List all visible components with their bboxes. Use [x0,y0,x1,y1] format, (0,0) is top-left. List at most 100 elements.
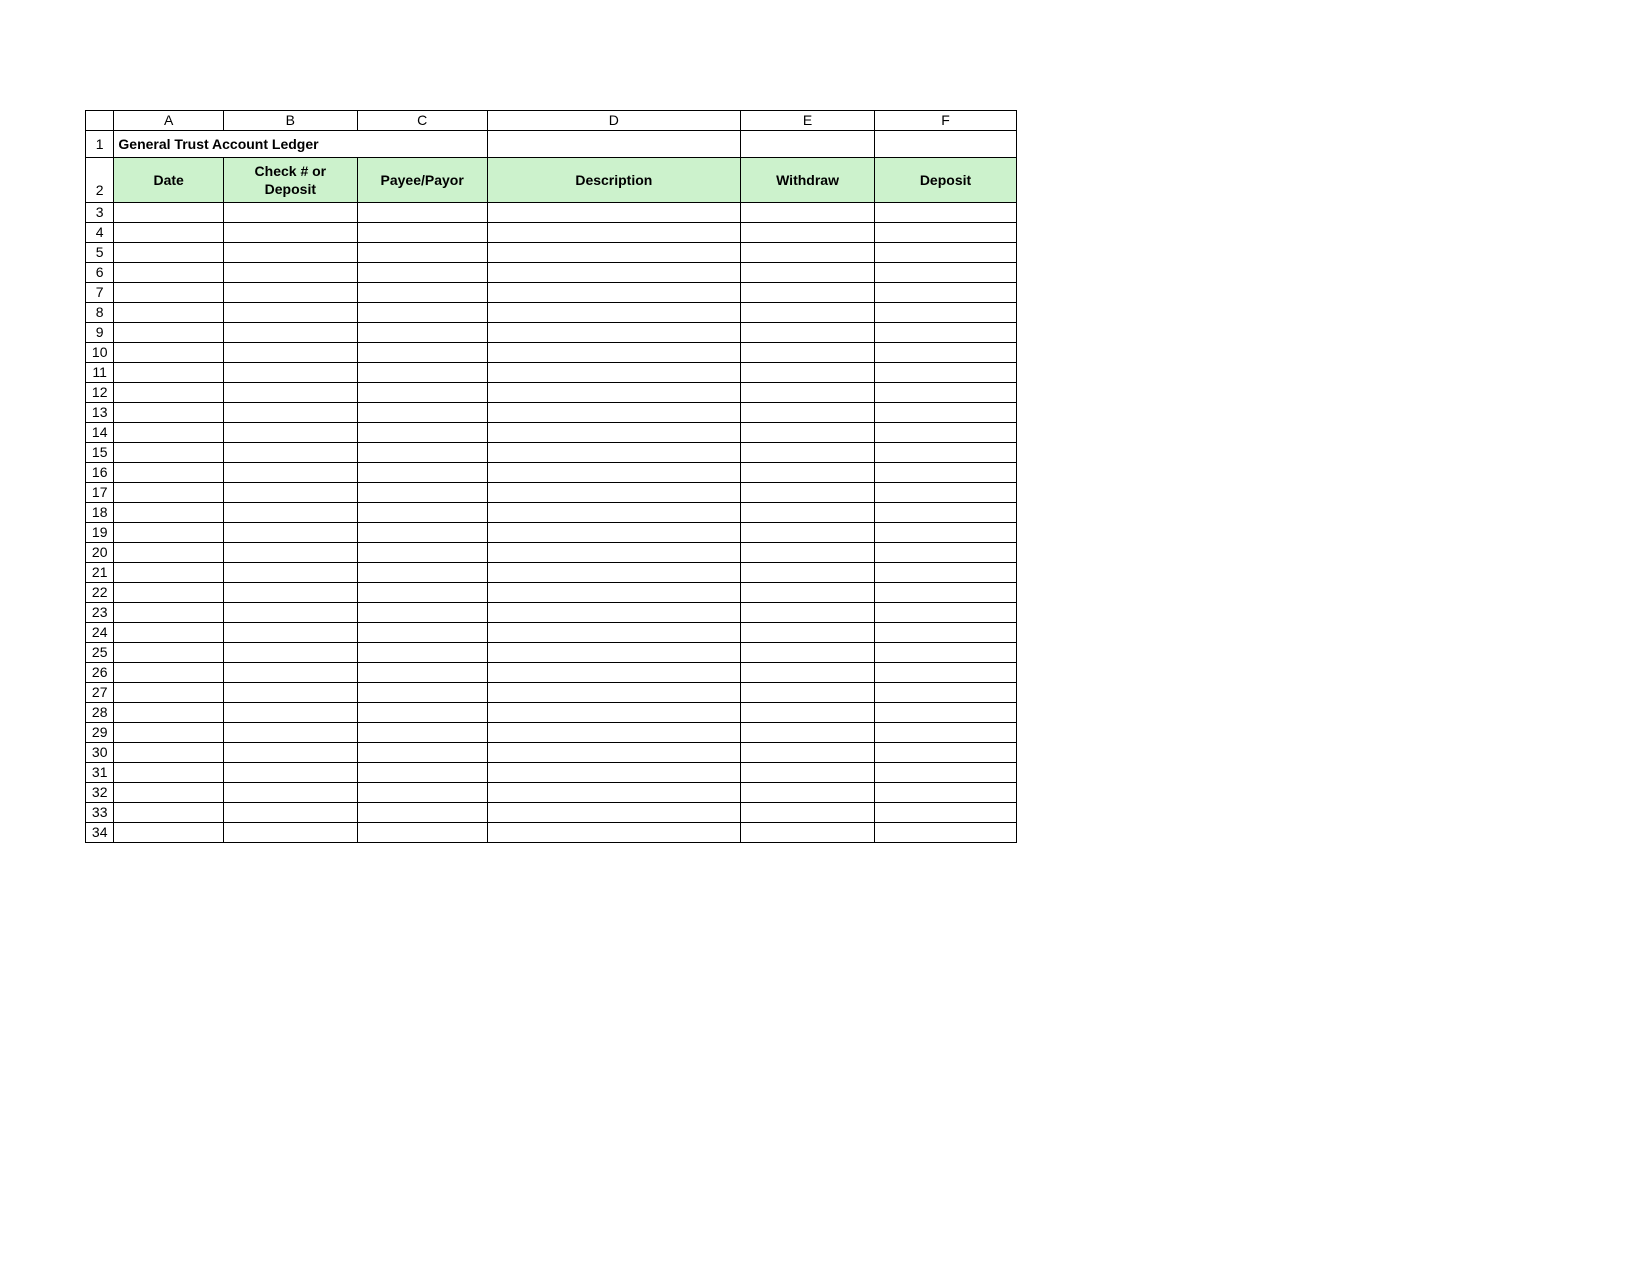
cell-D16[interactable] [487,463,741,483]
cell-C5[interactable] [357,243,487,263]
cell-A32[interactable] [114,783,224,803]
cell-D21[interactable] [487,563,741,583]
cell-C11[interactable] [357,363,487,383]
title-cell[interactable]: General Trust Account Ledger [114,131,487,158]
cell-E9[interactable] [741,323,875,343]
cell-D11[interactable] [487,363,741,383]
row-header-16[interactable]: 16 [86,463,114,483]
cell-E15[interactable] [741,443,875,463]
cell-A15[interactable] [114,443,224,463]
cell-D31[interactable] [487,763,741,783]
cell-B29[interactable] [223,723,357,743]
cell-E19[interactable] [741,523,875,543]
cell-D25[interactable] [487,643,741,663]
cell-A6[interactable] [114,263,224,283]
cell-F19[interactable] [874,523,1016,543]
cell-A20[interactable] [114,543,224,563]
cell-F31[interactable] [874,763,1016,783]
cell-E8[interactable] [741,303,875,323]
row-header-30[interactable]: 30 [86,743,114,763]
cell-B26[interactable] [223,663,357,683]
row-header-31[interactable]: 31 [86,763,114,783]
cell-D1[interactable] [487,131,741,158]
col-header-C[interactable]: C [357,111,487,131]
cell-B27[interactable] [223,683,357,703]
cell-C4[interactable] [357,223,487,243]
row-header-21[interactable]: 21 [86,563,114,583]
cell-C6[interactable] [357,263,487,283]
cell-A33[interactable] [114,803,224,823]
cell-F4[interactable] [874,223,1016,243]
cell-E31[interactable] [741,763,875,783]
cell-B12[interactable] [223,383,357,403]
cell-F27[interactable] [874,683,1016,703]
row-header-19[interactable]: 19 [86,523,114,543]
col-header-E[interactable]: E [741,111,875,131]
cell-C33[interactable] [357,803,487,823]
spreadsheet[interactable]: A B C D E F 1 General Trust Account Ledg… [85,110,1017,843]
cell-E33[interactable] [741,803,875,823]
cell-C15[interactable] [357,443,487,463]
cell-D3[interactable] [487,203,741,223]
cell-C23[interactable] [357,603,487,623]
cell-F15[interactable] [874,443,1016,463]
cell-F30[interactable] [874,743,1016,763]
cell-C8[interactable] [357,303,487,323]
cell-A29[interactable] [114,723,224,743]
cell-D4[interactable] [487,223,741,243]
row-header-24[interactable]: 24 [86,623,114,643]
cell-F34[interactable] [874,823,1016,843]
cell-C22[interactable] [357,583,487,603]
row-header-8[interactable]: 8 [86,303,114,323]
row-header-12[interactable]: 12 [86,383,114,403]
cell-C20[interactable] [357,543,487,563]
cell-B22[interactable] [223,583,357,603]
cell-F10[interactable] [874,343,1016,363]
cell-D13[interactable] [487,403,741,423]
cell-C30[interactable] [357,743,487,763]
header-description[interactable]: Description [487,158,741,203]
cell-A25[interactable] [114,643,224,663]
cell-D24[interactable] [487,623,741,643]
row-header-26[interactable]: 26 [86,663,114,683]
cell-A14[interactable] [114,423,224,443]
cell-A22[interactable] [114,583,224,603]
cell-F7[interactable] [874,283,1016,303]
cell-F21[interactable] [874,563,1016,583]
cell-C12[interactable] [357,383,487,403]
col-header-F[interactable]: F [874,111,1016,131]
row-header-33[interactable]: 33 [86,803,114,823]
cell-C10[interactable] [357,343,487,363]
cell-E20[interactable] [741,543,875,563]
row-header-25[interactable]: 25 [86,643,114,663]
cell-A23[interactable] [114,603,224,623]
cell-B31[interactable] [223,763,357,783]
row-header-14[interactable]: 14 [86,423,114,443]
header-payee[interactable]: Payee/Payor [357,158,487,203]
cell-A31[interactable] [114,763,224,783]
header-withdraw[interactable]: Withdraw [741,158,875,203]
cell-A24[interactable] [114,623,224,643]
cell-E23[interactable] [741,603,875,623]
cell-A9[interactable] [114,323,224,343]
cell-C32[interactable] [357,783,487,803]
cell-F3[interactable] [874,203,1016,223]
cell-E18[interactable] [741,503,875,523]
cell-D26[interactable] [487,663,741,683]
cell-D6[interactable] [487,263,741,283]
row-header-9[interactable]: 9 [86,323,114,343]
cell-D14[interactable] [487,423,741,443]
cell-A19[interactable] [114,523,224,543]
cell-B15[interactable] [223,443,357,463]
row-header-28[interactable]: 28 [86,703,114,723]
cell-B17[interactable] [223,483,357,503]
header-check-deposit[interactable]: Check # or Deposit [223,158,357,203]
cell-F6[interactable] [874,263,1016,283]
cell-C31[interactable] [357,763,487,783]
cell-B25[interactable] [223,643,357,663]
cell-F16[interactable] [874,463,1016,483]
header-date[interactable]: Date [114,158,224,203]
cell-F9[interactable] [874,323,1016,343]
cell-E3[interactable] [741,203,875,223]
row-header-6[interactable]: 6 [86,263,114,283]
